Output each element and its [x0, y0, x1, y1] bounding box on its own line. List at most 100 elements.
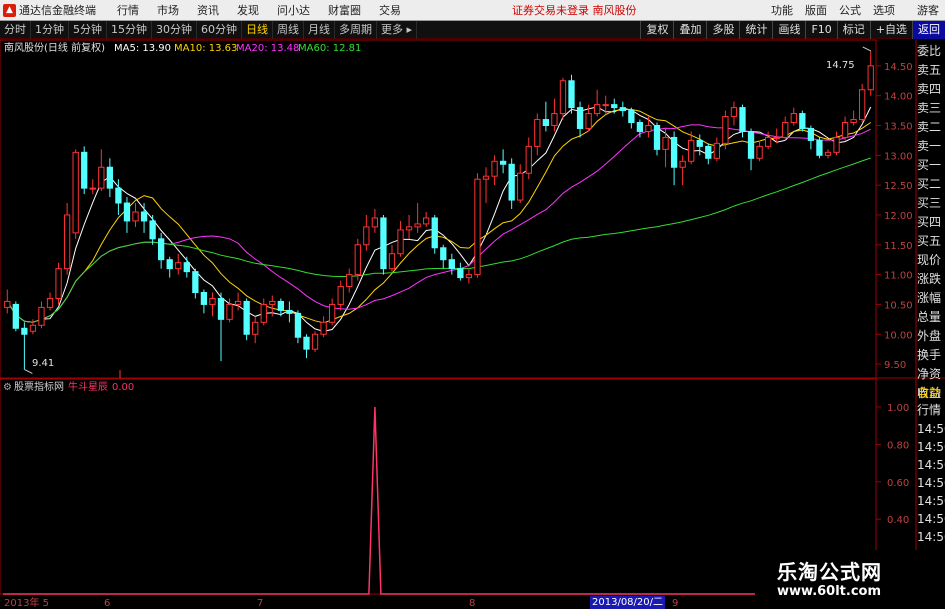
candle-body	[98, 166, 105, 189]
candle-body	[294, 312, 302, 338]
tick-row: 14:50	[917, 476, 945, 490]
tick-row: 14:50	[917, 440, 945, 454]
candle-body	[200, 292, 208, 305]
low-price-label: 9.41	[32, 358, 55, 369]
candle-body	[867, 65, 874, 91]
y-axis-tick-label: 14.00	[884, 92, 913, 103]
candle-body	[764, 136, 772, 147]
candle-body	[525, 145, 532, 174]
candle-body	[679, 160, 686, 168]
date-label-aug: 8	[469, 598, 476, 609]
candle-body	[320, 321, 327, 335]
candle-body	[542, 119, 550, 126]
candle-body	[431, 217, 438, 249]
candle-body	[628, 110, 635, 124]
candle-body	[217, 297, 225, 320]
candle-body	[72, 151, 79, 234]
candle-body	[653, 125, 661, 150]
candle-body	[594, 104, 601, 115]
indicator-name[interactable]: 牛斗星辰	[68, 381, 108, 394]
rp-volume: 总量	[917, 310, 942, 324]
candle-body	[730, 107, 738, 118]
sub-chart-frame	[0, 378, 877, 595]
candle-body	[183, 262, 190, 273]
y-axis-tick-label: 14.50	[884, 62, 913, 73]
sub-settings-icon[interactable]: ⚙	[3, 381, 12, 394]
ma20-label: MA20: 13.48	[236, 43, 300, 54]
candle-body	[132, 211, 139, 222]
candle-body	[636, 122, 644, 132]
watermark: 乐淘公式网 www.60lt.com	[755, 550, 945, 609]
date-label-jul: 7	[257, 598, 264, 609]
candle-body	[782, 122, 789, 138]
rp-outer: 外盘	[917, 329, 942, 343]
candle-body	[576, 107, 584, 129]
rp-buy1: 买一	[917, 158, 942, 172]
main-chart-frame	[0, 39, 877, 379]
candle-body	[850, 119, 857, 124]
date-label-jun: 6	[104, 598, 111, 609]
watermark-url: www.60lt.com	[777, 584, 882, 599]
app-window: ▲ 通达信金融终端 行情 市场 资讯 发现 问小达 财富圈 交易 证券交易未登录…	[0, 0, 945, 609]
rp-buy5: 买五	[917, 234, 942, 248]
candle-body	[619, 107, 626, 112]
candle-body	[585, 113, 592, 129]
candle-body	[106, 166, 114, 189]
candle-body	[773, 136, 780, 139]
sub-title: 股票指标网	[14, 382, 64, 393]
y-axis-tick-label: 13.50	[884, 122, 913, 133]
ma60-label: MA60: 12.81	[298, 43, 362, 54]
low-marker-arrow	[24, 368, 33, 374]
candle-body	[551, 113, 558, 126]
candle-body	[859, 89, 866, 121]
candle-body	[722, 116, 729, 144]
candle-body	[662, 136, 669, 150]
candle-body	[440, 247, 447, 261]
candle-body	[46, 297, 54, 308]
y-axis-tick-label: 10.50	[884, 300, 913, 311]
candle-body	[534, 119, 541, 147]
tick-row: 14:50	[917, 530, 945, 544]
candle-body	[833, 136, 840, 153]
sub-y-axis-tick-label: 1.00	[887, 403, 909, 414]
ma20-line	[6, 124, 871, 323]
rp-sell3: 卖三	[917, 101, 942, 115]
candle-body	[234, 300, 242, 305]
candle-body	[841, 122, 849, 138]
candle-body	[508, 163, 515, 201]
candle-body	[12, 303, 19, 329]
cursor-date-box: 2013/08/20/二	[590, 596, 666, 609]
candle-body	[269, 300, 276, 305]
rp-buy3: 买三	[917, 196, 942, 210]
candle-body	[175, 262, 182, 270]
tick-row: 14:50	[917, 494, 945, 508]
y-axis-tick-label: 10.00	[884, 330, 913, 341]
candle-body	[517, 172, 524, 201]
candle-body	[149, 220, 156, 240]
candle-body	[670, 136, 678, 168]
candle-body	[21, 327, 28, 335]
price-chart[interactable]: 9.50 10.00 10.50 11.00 11.50 12.00 12.50 13.00 1…	[0, 0, 945, 609]
rp-sell5: 卖五	[917, 63, 942, 77]
candle-body	[739, 107, 746, 132]
candle-body	[713, 142, 720, 159]
candle-body	[209, 297, 216, 305]
tick-row: 14:50	[917, 422, 945, 436]
tick-header: 行情	[917, 403, 942, 417]
candle-body	[81, 151, 88, 189]
high-price-label: 14.75	[826, 60, 855, 71]
candle-body	[602, 104, 609, 107]
candle-body	[611, 104, 618, 109]
candle-body	[4, 300, 11, 308]
date-label-may: 2013年 5	[4, 598, 49, 609]
candle-body	[756, 145, 763, 159]
watermark-title: 乐淘公式网	[777, 560, 882, 584]
y-axis-tick-label: 12.50	[884, 181, 913, 192]
y-axis-tick-label: 11.50	[884, 241, 913, 252]
candle-body	[688, 139, 695, 162]
indicator-value: 0.00	[112, 382, 135, 393]
rp-sell1: 卖一	[917, 139, 942, 153]
candle-body	[423, 217, 430, 225]
candle-body	[448, 259, 455, 270]
candle-body	[89, 187, 96, 190]
